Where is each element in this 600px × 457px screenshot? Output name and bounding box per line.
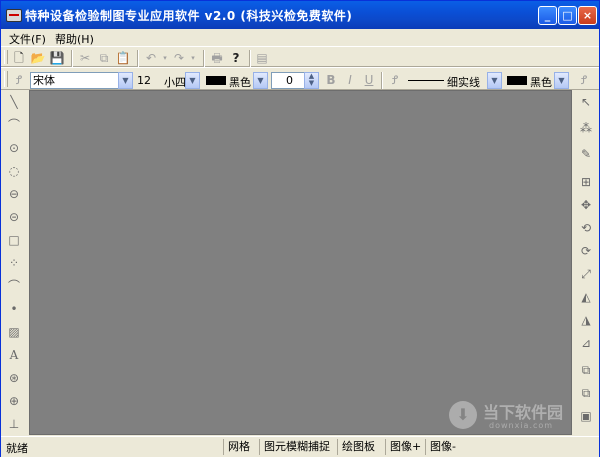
format-extra-icon[interactable]: Ꝭ xyxy=(576,72,592,88)
standard-toolbar: 🗋 📂 💾 ✂ ⧉ 📋 ↶ ▾ ↷ ▾ 🖶 ? ▤ xyxy=(1,46,599,67)
font-name-combo[interactable]: 宋体 xyxy=(30,72,119,89)
bezier-tool-icon[interactable]: ⁘ xyxy=(6,255,22,271)
help-question-icon[interactable]: ? xyxy=(228,50,244,66)
line-style-preview xyxy=(408,80,444,81)
rotate-tool-icon[interactable]: ⟲ xyxy=(578,220,594,236)
status-zoom-in[interactable]: 图像+ xyxy=(385,439,425,455)
left-drawing-toolbar: ╲ ⌒ ⊙ ◌ ⊖ ⊝ □ ⁘ ⌒ • ▨ A ⊛ ⊕ ⊥ xyxy=(1,90,28,435)
drawing-canvas[interactable] xyxy=(29,90,572,435)
polyline-tool-icon[interactable]: ⌒ xyxy=(6,117,22,133)
toolbar-grip[interactable] xyxy=(4,71,8,87)
arc-tool-icon[interactable]: ⌒ xyxy=(6,278,22,294)
line-style-label[interactable]: 细实线 xyxy=(447,74,480,90)
status-zoom-out[interactable]: 图像- xyxy=(425,439,460,455)
font-color-label[interactable]: 黑色 xyxy=(229,74,251,90)
watermark-url: downxia.com xyxy=(489,421,554,430)
site-watermark: ⬇ 当下软件园 downxia.com xyxy=(449,399,569,435)
title-bar[interactable]: 特种设备检验制图专业应用软件 v2.0 (科技兴检免费软件) _ □ × xyxy=(1,1,599,29)
dimension-tool-icon[interactable]: ⊥ xyxy=(6,416,22,432)
circle-center-tool-icon[interactable]: ⊙ xyxy=(6,140,22,156)
text-format-icon[interactable]: Ꝭ xyxy=(11,72,27,88)
point-tool-icon[interactable]: • xyxy=(6,301,22,317)
line-format-icon[interactable]: Ꝭ xyxy=(387,72,403,88)
line-style-dropdown-icon[interactable]: ▼ xyxy=(487,72,502,89)
download-arrow-icon: ⬇ xyxy=(449,401,477,429)
font-color-dropdown-icon[interactable]: ▼ xyxy=(253,72,268,89)
toolbar-separator xyxy=(203,50,205,67)
grid-tool-icon[interactable]: ⊞ xyxy=(578,174,594,190)
line-tool-icon[interactable]: ╲ xyxy=(6,94,22,110)
redo-dropdown-icon[interactable]: ▾ xyxy=(185,50,201,66)
weld-tool-icon[interactable]: ⊛ xyxy=(6,370,22,386)
circle-3pt-tool-icon[interactable]: ◌ xyxy=(6,163,22,179)
send-back-icon[interactable]: ⧉ xyxy=(578,385,594,401)
font-size-dropdown-icon[interactable]: ▼ xyxy=(185,72,200,89)
toolbar-separator xyxy=(71,50,73,67)
angle-spinner-icon[interactable]: ▲ ▼ xyxy=(304,72,319,89)
wheel-tool-icon[interactable]: ⊕ xyxy=(6,393,22,409)
menu-file[interactable]: 文件(F) xyxy=(9,31,46,47)
line-color-label[interactable]: 黑色 xyxy=(530,74,552,90)
font-name-dropdown-icon[interactable]: ▼ xyxy=(118,72,133,89)
font-color-swatch xyxy=(206,76,226,85)
hatch-tool-icon[interactable]: ▨ xyxy=(6,324,22,340)
bring-front-icon[interactable]: ⧉ xyxy=(578,362,594,378)
angle-input[interactable]: 0 xyxy=(271,72,305,89)
status-bar: 就绪 网格 图元模糊捕捉 绘图板 图像+ 图像- xyxy=(1,436,599,457)
line-color-swatch xyxy=(507,76,527,85)
stretch-tool-icon[interactable]: ⊿ xyxy=(578,335,594,351)
app-window: 特种设备检验制图专业应用软件 v2.0 (科技兴检免费软件) _ □ × 文件(… xyxy=(0,0,600,457)
copy-rotate-tool-icon[interactable]: ⟳ xyxy=(578,243,594,259)
toolbar-separator xyxy=(381,72,383,89)
bold-button[interactable]: B xyxy=(323,72,339,88)
print-icon[interactable]: 🖶 xyxy=(209,50,225,66)
font-size-value[interactable]: 12 xyxy=(137,74,151,87)
pointer-tool-icon[interactable]: ↖ xyxy=(578,94,594,110)
paste-icon[interactable]: 📋 xyxy=(115,50,131,66)
scale-tool-icon[interactable]: ⤢ xyxy=(578,266,594,282)
status-grid[interactable]: 网格 xyxy=(223,439,254,455)
toolbar-separator xyxy=(137,50,139,67)
menu-help[interactable]: 帮助(H) xyxy=(55,31,94,47)
arrange-icon[interactable]: ▣ xyxy=(578,408,594,424)
line-color-dropdown-icon[interactable]: ▼ xyxy=(554,72,569,89)
right-edit-toolbar: ↖ ⁂ ✎ ⊞ ✥ ⟲ ⟳ ⤢ ◭ ◮ ⊿ ⧉ ⧉ ▣ xyxy=(573,90,599,435)
save-icon[interactable]: 💾 xyxy=(49,50,65,66)
text-tool-icon[interactable]: A xyxy=(6,347,22,363)
rectangle-tool-icon[interactable]: □ xyxy=(6,232,22,248)
mirror-copy-tool-icon[interactable]: ◮ xyxy=(578,312,594,328)
brush-tool-icon[interactable]: ✎ xyxy=(578,146,594,162)
menu-bar: 文件(F) 帮助(H) xyxy=(1,29,599,47)
status-drawing-board[interactable]: 绘图板 xyxy=(337,439,379,455)
format-toolbar: Ꝭ 宋体 ▼ 12 小四 ▼ 黑色 ▼ 0 ▲ ▼ B I U Ꝭ 细实线 ▼ 黑… xyxy=(1,67,599,90)
group-tool-icon[interactable]: ⁂ xyxy=(578,120,594,136)
new-file-icon[interactable]: 🗋 xyxy=(11,50,27,66)
font-size-name[interactable]: 小四 xyxy=(164,74,186,90)
status-ready: 就绪 xyxy=(6,442,28,455)
cut-icon[interactable]: ✂ xyxy=(77,50,93,66)
move-tool-icon[interactable]: ✥ xyxy=(578,197,594,213)
arc-ellipse-tool-icon[interactable]: ⊝ xyxy=(6,209,22,225)
page-icon[interactable]: ▤ xyxy=(254,50,270,66)
mirror-tool-icon[interactable]: ◭ xyxy=(578,289,594,305)
window-title: 特种设备检验制图专业应用软件 v2.0 (科技兴检免费软件) xyxy=(25,9,353,23)
watermark-text: 当下软件园 xyxy=(483,403,564,422)
close-button[interactable]: × xyxy=(578,6,597,25)
toolbar-grip[interactable] xyxy=(4,50,8,64)
toolbar-separator xyxy=(249,50,251,67)
maximize-button[interactable]: □ xyxy=(558,6,577,25)
minimize-button[interactable]: _ xyxy=(538,6,557,25)
copy-icon[interactable]: ⧉ xyxy=(96,50,112,66)
underline-button[interactable]: U xyxy=(361,72,377,88)
italic-button[interactable]: I xyxy=(342,72,358,88)
open-folder-icon[interactable]: 📂 xyxy=(30,50,46,66)
ellipse-tool-icon[interactable]: ⊖ xyxy=(6,186,22,202)
status-snap[interactable]: 图元模糊捕捉 xyxy=(259,439,334,455)
app-icon[interactable] xyxy=(6,9,22,22)
